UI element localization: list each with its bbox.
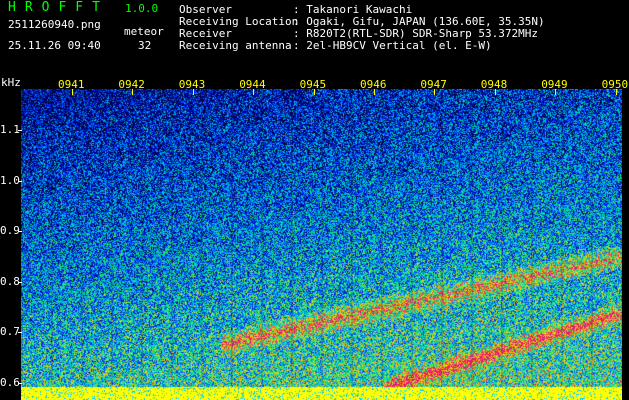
y-tick-mark [18, 231, 22, 233]
x-tick-mark [555, 89, 557, 95]
x-tick-mark [192, 89, 194, 95]
x-tick-mark [434, 89, 436, 95]
y-tick-mark [18, 130, 22, 131]
app-version: 1.0.0 [125, 2, 159, 15]
info-value: : 2el-HB9CV Vertical (el. E-W) [293, 39, 492, 52]
y-tick-label: 0.6 [0, 376, 20, 389]
y-tick-mark [18, 281, 22, 283]
date-time: 25.11.26 09:40 [8, 39, 101, 52]
y-tick-mark [18, 180, 22, 182]
station-info: Observer: Takanori Kawachi Receiving Loc… [179, 4, 545, 52]
file-name: 2511260940.png [8, 18, 101, 31]
info-row-antenna: Receiving antenna: 2el-HB9CV Vertical (e… [179, 40, 545, 52]
x-tick-mark [132, 89, 134, 95]
mode-label: meteor [124, 25, 164, 38]
y-unit-label: kHz [1, 76, 21, 89]
info-key: Receiving antenna [179, 39, 292, 52]
count-value: 32 [138, 39, 152, 52]
x-tick-mark [313, 89, 315, 95]
x-tick-mark [494, 89, 496, 95]
y-tick-label: 0.7 [0, 325, 20, 339]
x-tick-mark [374, 89, 375, 95]
y-tick-label: 1.0 [0, 173, 20, 187]
x-tick-mark [615, 89, 617, 95]
spectrogram-image [21, 89, 622, 400]
y-tick-label: 0.9 [0, 224, 20, 238]
y-tick-label: 1.1 [0, 123, 20, 136]
app-title: HROFFT [8, 0, 109, 15]
x-tick-mark [72, 89, 73, 95]
x-tick-mark [253, 89, 255, 95]
y-tick-label: 0.8 [0, 274, 20, 288]
y-tick-mark [18, 332, 22, 334]
y-tick-mark [18, 383, 22, 384]
